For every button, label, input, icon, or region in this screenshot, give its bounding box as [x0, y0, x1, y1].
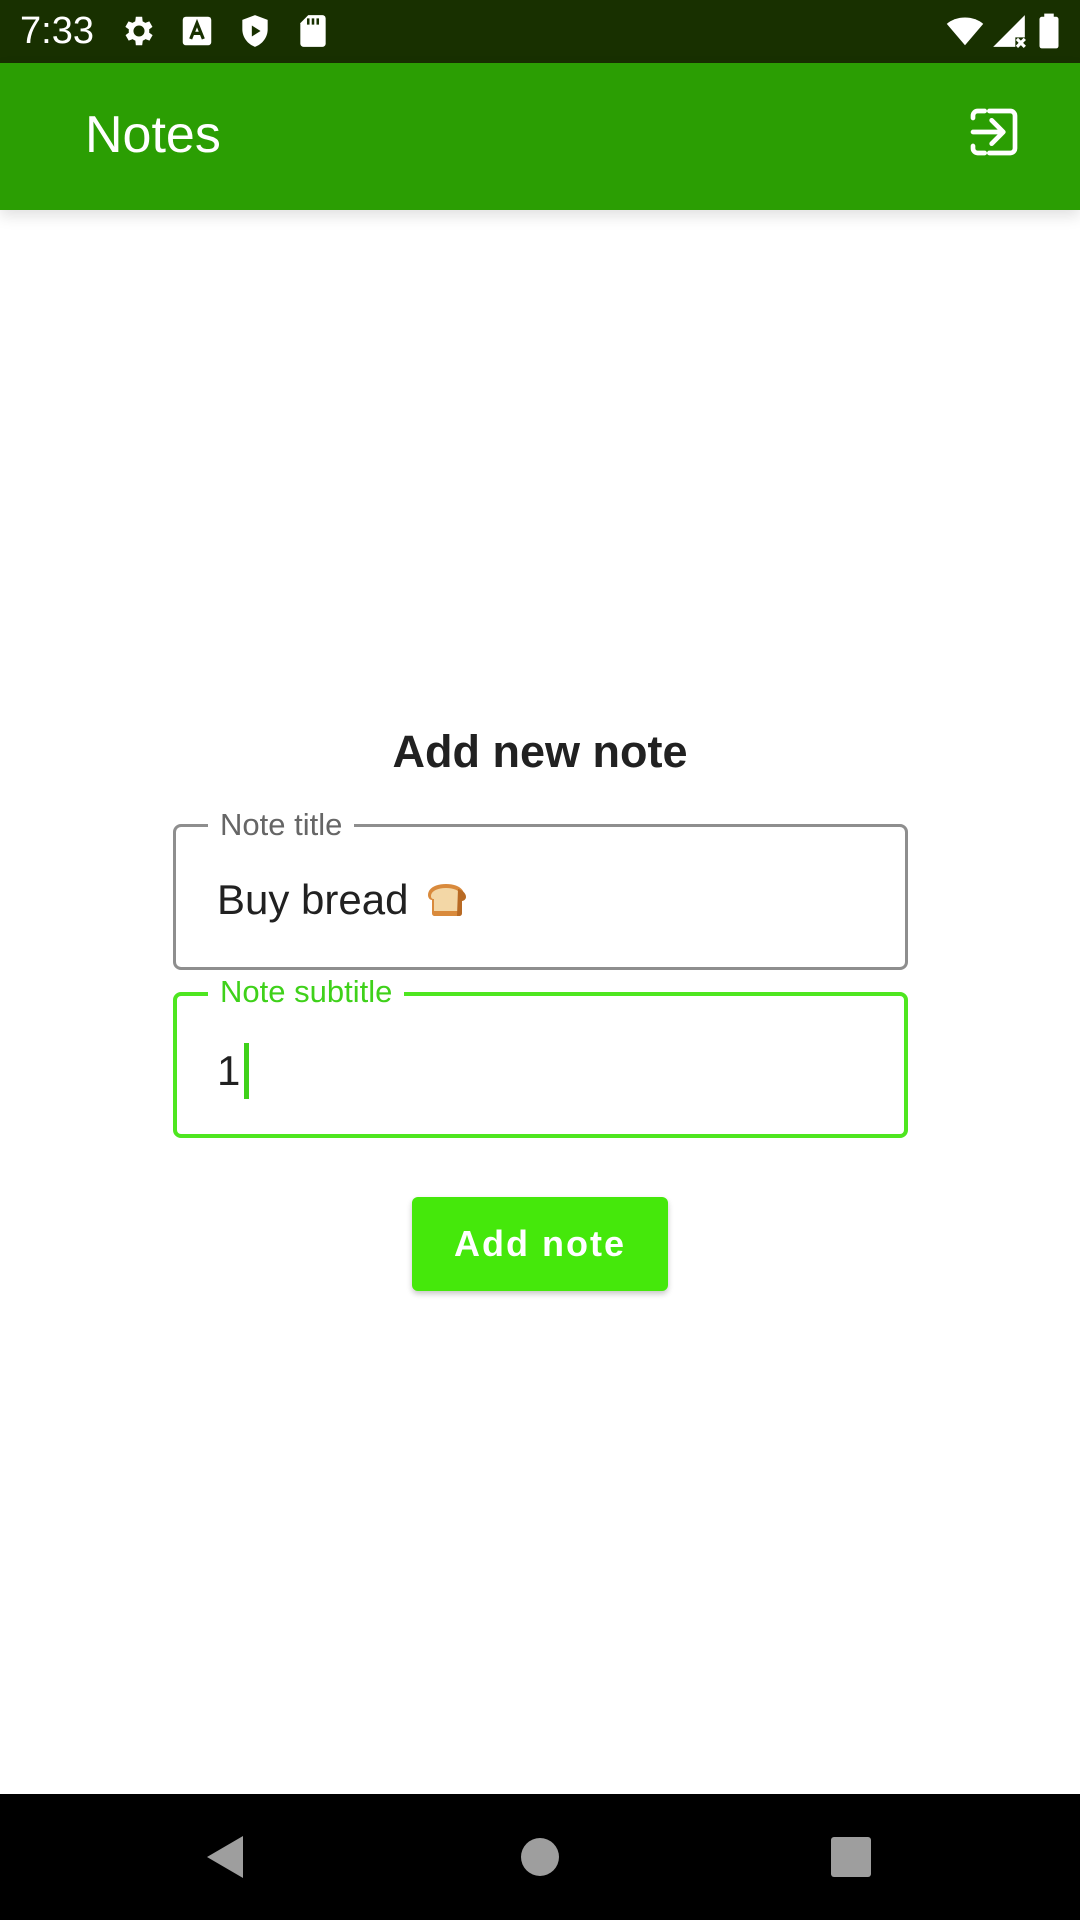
app-title: Notes: [85, 106, 221, 164]
form-heading: Add new note: [392, 726, 688, 777]
note-subtitle-label: Note subtitle: [208, 972, 405, 1012]
status-bar: 7:33: [0, 0, 1080, 63]
logout-button[interactable]: [964, 102, 1024, 162]
note-subtitle-field[interactable]: Note subtitle 1: [173, 972, 908, 1138]
font-a-icon: [178, 12, 216, 50]
play-protect-icon: [236, 12, 274, 50]
back-icon: [207, 1836, 243, 1878]
cellular-no-signal-icon: [990, 12, 1028, 50]
home-button[interactable]: [507, 1824, 573, 1890]
battery-icon: [1036, 12, 1062, 50]
note-title-value-wrap: Buy bread: [217, 875, 470, 925]
back-button[interactable]: [192, 1824, 258, 1890]
status-time: 7:33: [20, 10, 94, 52]
note-title-field[interactable]: Note title Buy bread: [173, 805, 908, 970]
gear-icon: [120, 12, 158, 50]
screen: 7:33 Notes Add new note Note title Buy b…: [0, 0, 1080, 1920]
note-title-label: Note title: [208, 805, 355, 845]
nav-bar: [0, 1794, 1080, 1920]
note-subtitle-value-wrap: 1: [217, 1043, 250, 1099]
note-subtitle-value: 1: [217, 1047, 241, 1094]
sd-card-icon: [294, 12, 332, 50]
wifi-icon: [944, 12, 986, 50]
text-cursor: [244, 1043, 250, 1099]
add-note-button[interactable]: Add note: [412, 1197, 668, 1291]
recents-icon: [831, 1837, 871, 1877]
bread-icon: [422, 881, 470, 919]
app-bar: Notes: [0, 63, 1080, 210]
logout-icon: [970, 108, 1018, 156]
recents-button[interactable]: [818, 1824, 884, 1890]
note-title-value: Buy bread: [217, 876, 409, 923]
home-icon: [521, 1838, 559, 1876]
